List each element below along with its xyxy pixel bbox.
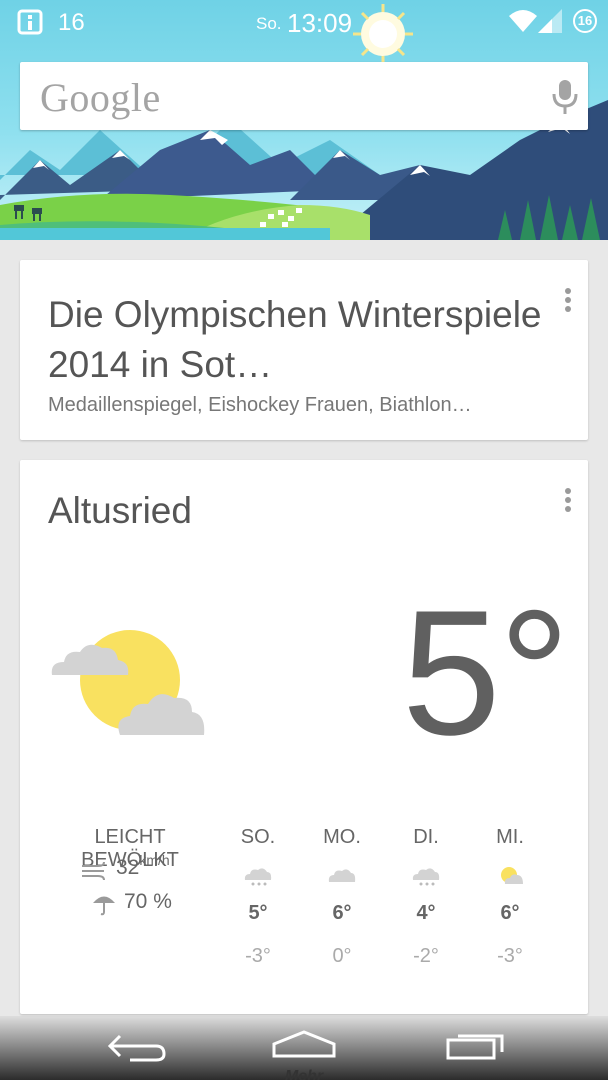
wifi-icon bbox=[509, 10, 537, 32]
microphone-icon[interactable] bbox=[550, 78, 580, 116]
umbrella-icon bbox=[93, 896, 115, 916]
google-logo: Google bbox=[40, 75, 161, 120]
home-button[interactable] bbox=[264, 1026, 344, 1066]
overflow-menu-icon[interactable] bbox=[562, 488, 574, 516]
battery-level: 16 bbox=[577, 13, 593, 28]
forecast-low: -2° bbox=[413, 945, 439, 967]
snow-cloud-icon bbox=[243, 866, 273, 886]
forecast-day: DI. 4° -2° bbox=[396, 826, 456, 968]
news-card[interactable]: Die Olympischen Winterspiele 2014 in Sot… bbox=[20, 260, 588, 440]
news-title[interactable]: Die Olympischen Winterspiele 2014 in Sot… bbox=[48, 290, 548, 390]
forecast-high: 4° bbox=[416, 902, 436, 924]
status-time: 13:09 bbox=[287, 8, 353, 38]
forecast-low: -3° bbox=[497, 945, 523, 967]
status-day: So. bbox=[256, 14, 282, 33]
signal-icon bbox=[538, 9, 562, 33]
weather-card[interactable]: Altusried 5° LEICHT BEWÖLKT 32km/h 70 % … bbox=[20, 460, 588, 1014]
weather-location: Altusried bbox=[48, 490, 192, 531]
news-subtitle: Medaillenspiegel, Eishockey Frauen, Biat… bbox=[48, 394, 472, 416]
wind-unit: km/h bbox=[139, 852, 170, 868]
wind-icon bbox=[82, 861, 105, 880]
more-label[interactable]: Mehr bbox=[0, 1068, 608, 1080]
wind-speed: 32 bbox=[116, 856, 140, 879]
forecast-low: -3° bbox=[245, 945, 271, 967]
forecast-low: 0° bbox=[332, 945, 352, 967]
rain-probability: 70 % bbox=[124, 890, 172, 913]
forecast-day-label: SO. bbox=[240, 826, 276, 848]
snow-cloud-icon bbox=[411, 866, 441, 886]
status-bar: 16 So. 13:09 16 bbox=[0, 0, 608, 44]
forecast-day-label: MO. bbox=[323, 826, 361, 848]
recent-apps-button[interactable] bbox=[436, 1026, 516, 1066]
forecast-day: SO. 5° -3° bbox=[228, 826, 288, 968]
forecast-high: 5° bbox=[248, 902, 268, 924]
current-temperature: 5° bbox=[401, 573, 570, 772]
partly-sunny-icon bbox=[495, 866, 525, 886]
partly-cloudy-icon bbox=[51, 630, 205, 735]
header-illustration: 16 So. 13:09 16 Google bbox=[0, 0, 608, 240]
search-bar[interactable]: Google bbox=[20, 62, 588, 130]
forecast-high: 6° bbox=[332, 902, 352, 924]
forecast-day-label: DI. bbox=[413, 826, 439, 848]
forecast-day-label: MI. bbox=[496, 826, 524, 848]
forecast-day: MO. 6° 0° bbox=[312, 826, 372, 968]
forecast-high: 6° bbox=[500, 902, 520, 924]
notification-info-icon bbox=[17, 9, 43, 35]
battery-icon: 16 bbox=[572, 8, 598, 34]
notification-count: 16 bbox=[58, 9, 85, 36]
forecast-day: MI. 6° -3° bbox=[480, 826, 540, 968]
navigation-bar: Mehr bbox=[0, 1016, 608, 1080]
overflow-menu-icon[interactable] bbox=[562, 288, 574, 316]
cloud-icon bbox=[327, 866, 357, 886]
back-button[interactable] bbox=[96, 1026, 176, 1066]
